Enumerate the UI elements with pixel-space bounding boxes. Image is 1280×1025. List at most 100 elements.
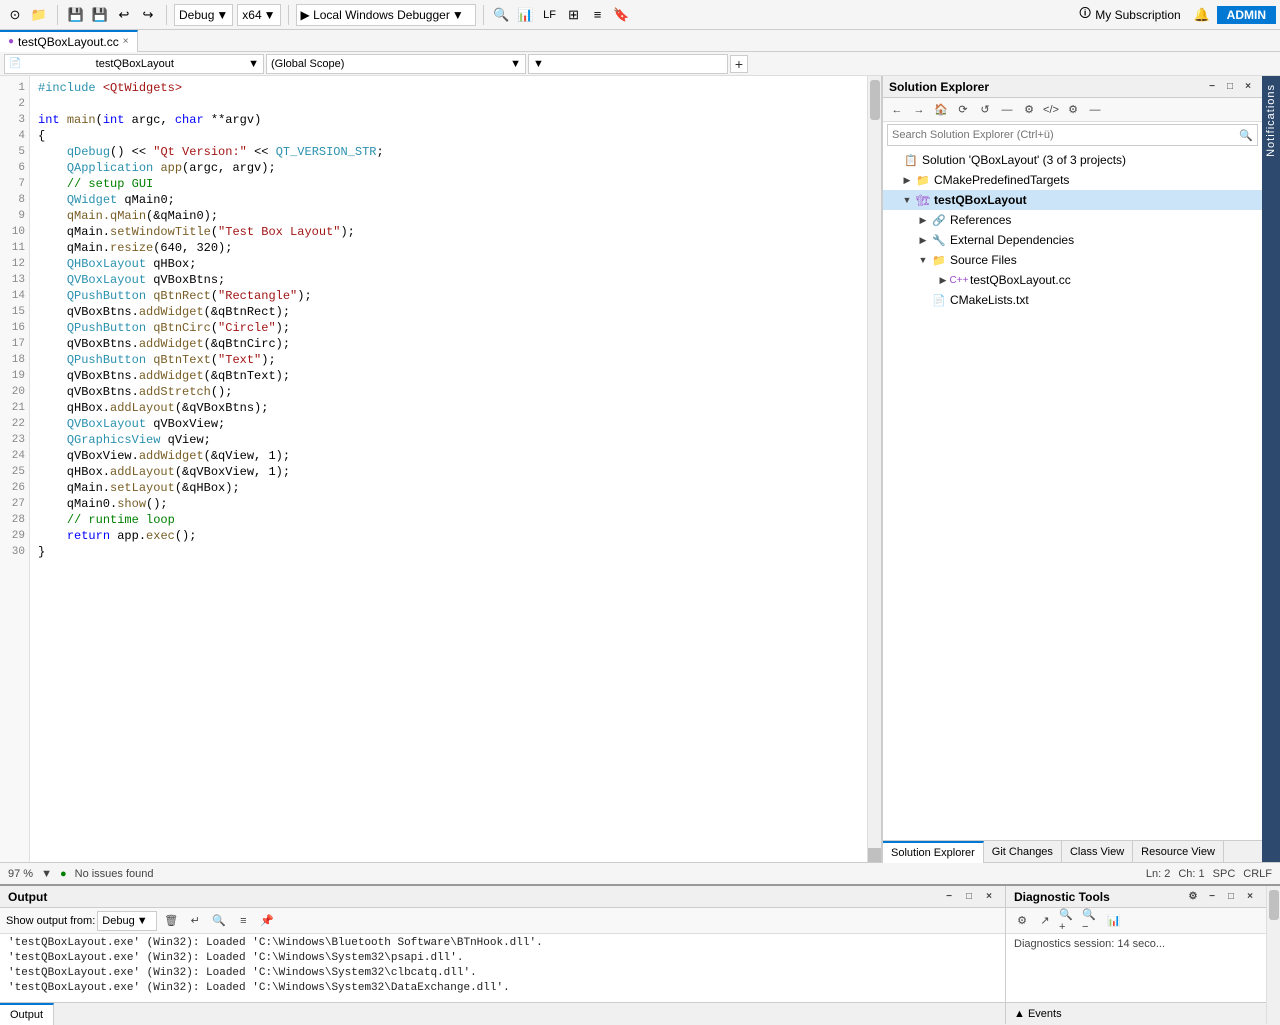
editor-hscrollbar-arrow [868,848,881,862]
diag-settings2-btn[interactable]: ⚙ [1012,911,1032,931]
add-button[interactable]: + [730,55,748,73]
out-wrap-btn[interactable]: ↵ [185,911,205,931]
expand-icon-dep: ▶ [915,235,931,246]
bookmark-btn[interactable]: 🔖 [611,4,633,26]
notifications-label[interactable]: Notifications [1265,84,1277,157]
tab-icon: ● [8,36,14,47]
se-search-input[interactable] [888,129,1235,141]
file-tab-testqboxlayout[interactable]: ● testQBoxLayout.cc × [0,30,138,52]
se-float-btn[interactable]: □ [1222,79,1238,95]
se-collapse-btn[interactable]: — [997,100,1017,120]
out-clear-btn[interactable]: 🗑 [161,911,181,931]
find-btn[interactable]: 🔍 [491,4,513,26]
file-tools: ⊙ 📁 [4,4,50,26]
layout-btn[interactable]: ⊞ [563,4,585,26]
code-text[interactable]: #include <QtWidgets> int main(int argc, … [30,76,867,862]
out-pin-btn[interactable]: 📌 [257,911,277,931]
more-btn[interactable]: ≡ [587,4,609,26]
tree-references[interactable]: ▶ 🔗 References [883,210,1262,230]
output-content[interactable]: 'testQBoxLayout.exe' (Win32): Loaded 'C:… [0,934,1005,1002]
se-pin-btn[interactable]: − [1204,79,1220,95]
solution-tree: 📋 Solution 'QBoxLayout' (3 of 3 projects… [883,148,1262,840]
run-dropdown[interactable]: ▶ Local Windows Debugger ▼ [296,4,476,26]
se-close-btn[interactable]: × [1240,79,1256,95]
tree-solution-root[interactable]: 📋 Solution 'QBoxLayout' (3 of 3 projects… [883,150,1262,170]
se-back-btn[interactable]: ← [887,100,907,120]
se-refresh2-btn[interactable]: ↺ [975,100,995,120]
output-title-actions: − □ × [941,889,997,905]
subscription-btn[interactable]: 🛈 My Subscription [1073,4,1187,26]
diag-settings-btn[interactable]: ⚙ [1185,889,1201,905]
expand-icon-src: ▼ [915,255,931,265]
new-btn[interactable]: ⊙ [4,4,26,26]
output-title-bar: Output − □ × [0,886,1005,908]
notifications-panel[interactable]: Notifications [1262,76,1280,862]
sep3 [288,5,289,25]
diag-chart-btn[interactable]: 📊 [1104,911,1124,931]
debug-config-dropdown[interactable]: Debug ▼ [174,4,233,26]
out-list-btn[interactable]: ≡ [233,911,253,931]
tab-close-icon[interactable]: × [123,36,129,47]
tree-source-files[interactable]: ▼ 📁 Source Files [883,250,1262,270]
diag-vscrollbar[interactable] [1266,886,1280,1024]
graph-btn[interactable]: 📊 [515,4,537,26]
diag-zoom-in-btn[interactable]: 🔍+ [1058,911,1078,931]
notifications-btn[interactable]: 🔔 [1191,4,1213,26]
se-refresh-btn[interactable]: ⟳ [953,100,973,120]
out-find-btn[interactable]: 🔍 [209,911,229,931]
sep2 [166,5,167,25]
diag-panel: Diagnostic Tools ⚙ − □ × ⚙ ↗ 🔍+ 🔍− 📊 Dia… [1006,886,1266,1024]
diag-vscrollbar-thumb [1269,890,1279,920]
save-btn[interactable]: 💾 [65,4,87,26]
se-settings-btn[interactable]: ⚙ [1063,100,1083,120]
se-tab-resource-view[interactable]: Resource View [1133,841,1224,863]
se-more-btn[interactable]: — [1085,100,1105,120]
edit-tools: 💾 💾 ↩ ↪ [65,4,159,26]
se-home-btn[interactable]: 🏠 [931,100,951,120]
cmake-icon: 📄 [931,292,947,308]
output-source-dropdown[interactable]: Debug ▼ [97,911,157,931]
undo-btn[interactable]: ↩ [113,4,135,26]
tree-testqboxlayout[interactable]: ▼ 🏗 testQBoxLayout [883,190,1262,210]
arch-dropdown[interactable]: x64 ▼ [237,4,280,26]
diag-events-bar: ▲ Events [1006,1002,1266,1024]
open-btn[interactable]: 📁 [28,4,50,26]
cpp-label: testQBoxLayout.cc [970,273,1071,287]
redo-btn[interactable]: ↪ [137,4,159,26]
editor-vscrollbar[interactable] [867,76,881,862]
context-dropdown[interactable]: 📄 testQBoxLayout ▼ [4,54,264,74]
zoom-level: 97 % [8,868,33,880]
scope-dropdown[interactable]: (Global Scope) ▼ [266,54,526,74]
tab-output[interactable]: Output [0,1003,54,1025]
se-tab-git-changes[interactable]: Git Changes [984,841,1062,863]
status-dot-icon: ● [60,868,67,880]
se-fwd-btn[interactable]: → [909,100,929,120]
extra-dropdown[interactable]: ▼ [528,54,728,74]
diag-float-btn[interactable]: □ [1223,889,1239,905]
diag-session-label: Diagnostics session: 14 seco... [1014,938,1258,950]
se-props-btn[interactable]: ⚙ [1019,100,1039,120]
src-label: Source Files [950,253,1017,267]
tree-cmakelists[interactable]: 📄 CMakeLists.txt [883,290,1262,310]
code-content: 12345 678910 1112131415 1617181920 21222… [0,76,881,862]
se-code-btn[interactable]: </> [1041,100,1061,120]
output-float-btn[interactable]: □ [961,889,977,905]
tree-cmake-predefined[interactable]: ▶ 📁 CMakePredefinedTargets [883,170,1262,190]
output-close-btn[interactable]: × [981,889,997,905]
lf-btn[interactable]: LF [539,4,561,26]
diag-close-btn[interactable]: × [1242,889,1258,905]
diag-pin-btn[interactable]: − [1204,889,1220,905]
save-all-btn[interactable]: 💾 [89,4,111,26]
tab-bar: ● testQBoxLayout.cc × [0,30,1280,52]
admin-button[interactable]: ADMIN [1217,6,1276,24]
code-editor[interactable]: 12345 678910 1112131415 1617181920 21222… [0,76,882,862]
diag-zoom-out-btn[interactable]: 🔍− [1081,911,1101,931]
tree-cpp-file[interactable]: ▶ C++ testQBoxLayout.cc [883,270,1262,290]
tree-ext-deps[interactable]: ▶ 🔧 External Dependencies [883,230,1262,250]
se-tab-class-view[interactable]: Class View [1062,841,1133,863]
dep-label: External Dependencies [950,233,1074,247]
sep4 [483,5,484,25]
se-tab-solution-explorer[interactable]: Solution Explorer [883,841,984,863]
diag-export-btn[interactable]: ↗ [1035,911,1055,931]
output-pin-btn[interactable]: − [941,889,957,905]
